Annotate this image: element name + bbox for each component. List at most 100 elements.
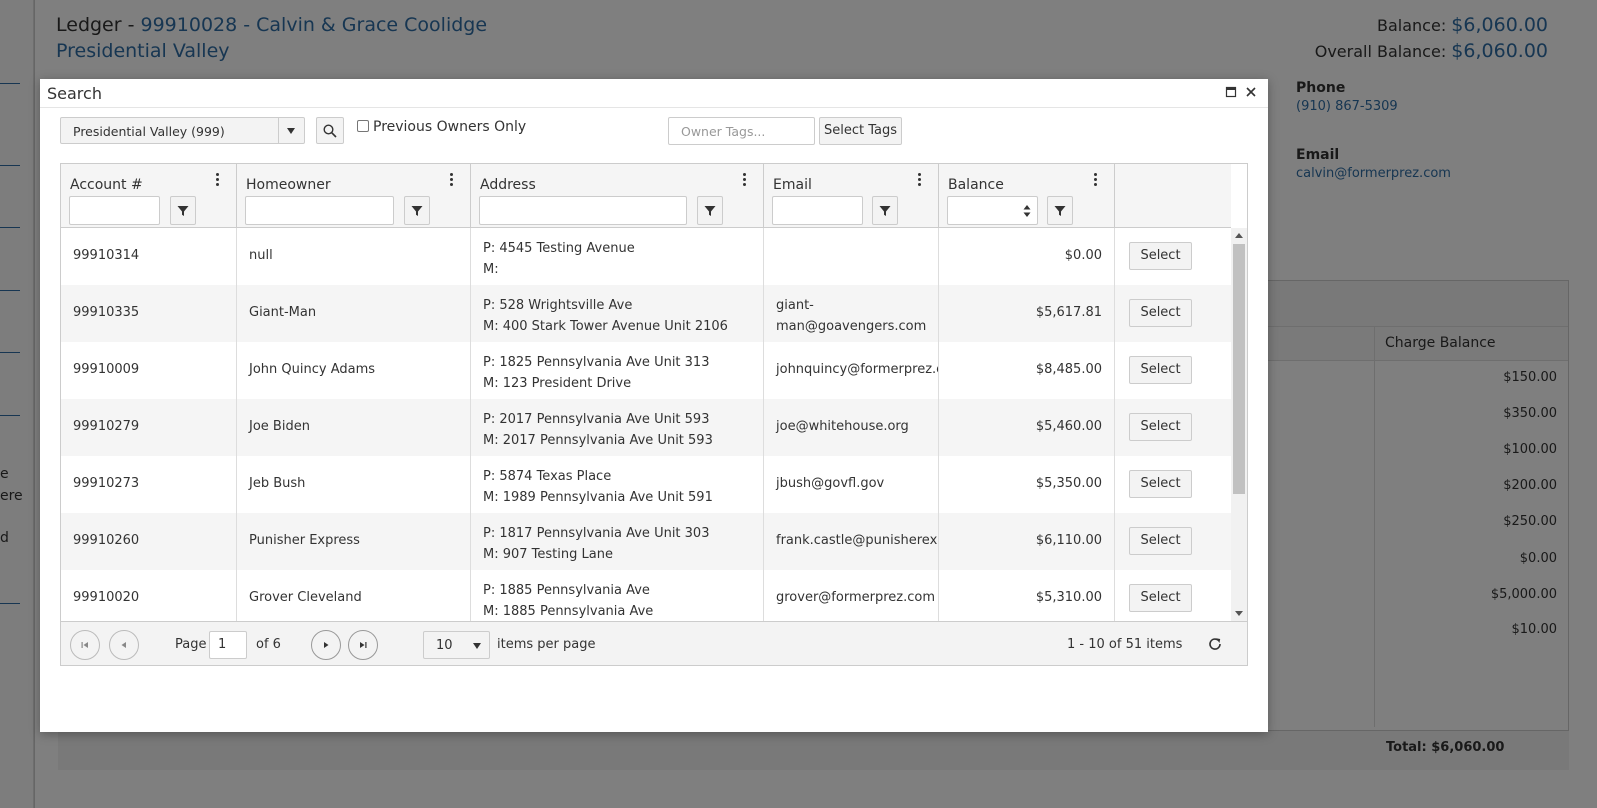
action-cell: Select xyxy=(1115,513,1231,570)
address-primary: P: 528 Wrightsville Ave xyxy=(483,298,633,313)
search-filter-bar: Presidential Valley (999) Previous Owner… xyxy=(60,117,1240,147)
select-button[interactable]: Select xyxy=(1129,413,1192,441)
address-filter-button[interactable] xyxy=(697,196,723,225)
column-title[interactable]: Balance xyxy=(948,177,1004,193)
community-dropdown-value: Presidential Valley (999) xyxy=(73,124,225,139)
select-button[interactable]: Select xyxy=(1129,584,1192,612)
table-row[interactable]: 99910273 Jeb Bush P: 5874 Texas Place M: … xyxy=(61,456,1231,513)
column-header-balance[interactable]: Balance xyxy=(939,164,1115,228)
previous-owners-toggle[interactable]: Previous Owners Only xyxy=(357,119,526,135)
column-title[interactable]: Email xyxy=(773,177,812,193)
email-cell: johnquincy@formerprez.com xyxy=(764,342,939,399)
table-row[interactable]: 99910009 John Quincy Adams P: 1825 Penns… xyxy=(61,342,1231,399)
table-row[interactable]: 99910314 null P: 4545 Testing Avenue M: $… xyxy=(61,228,1231,285)
account-cell: 99910279 xyxy=(61,399,237,456)
address-cell: P: 1885 Pennsylvania Ave M: 1885 Pennsylv… xyxy=(471,570,764,621)
select-button[interactable]: Select xyxy=(1129,356,1192,384)
close-icon[interactable] xyxy=(1242,84,1260,102)
balance-cell: $5,310.00 xyxy=(939,570,1115,621)
address-cell: P: 1817 Pennsylvania Ave Unit 303 M: 907 … xyxy=(471,513,764,570)
action-cell: Select xyxy=(1115,570,1231,621)
balance-cell: $0.00 xyxy=(939,228,1115,285)
table-row[interactable]: 99910279 Joe Biden P: 2017 Pennsylvania … xyxy=(61,399,1231,456)
items-per-page-label: items per page xyxy=(497,637,596,652)
next-page-icon xyxy=(324,642,329,648)
table-row[interactable]: 99910020 Grover Cleveland P: 1885 Pennsy… xyxy=(61,570,1231,621)
grid-header: Account # Homeowner Address Email Balanc… xyxy=(61,164,1231,228)
column-header-email[interactable]: Email xyxy=(764,164,939,228)
balance-filter-numeric[interactable] xyxy=(947,196,1038,225)
homeowner-filter-button[interactable] xyxy=(404,196,430,225)
last-page-button[interactable] xyxy=(348,630,378,660)
address-primary: P: 1825 Pennsylvania Ave Unit 313 xyxy=(483,355,710,370)
account-cell: 99910314 xyxy=(61,228,237,285)
refresh-icon[interactable] xyxy=(1207,636,1225,654)
select-button[interactable]: Select xyxy=(1129,470,1192,498)
filter-icon xyxy=(411,205,423,216)
select-button[interactable]: Select xyxy=(1129,242,1192,270)
owner-search-grid: Account # Homeowner Address Email Balanc… xyxy=(60,163,1248,666)
select-tags-button[interactable]: Select Tags xyxy=(819,117,902,145)
column-header-account[interactable]: Account # xyxy=(61,164,237,228)
address-primary: P: 1885 Pennsylvania Ave xyxy=(483,583,650,598)
account-filter-button[interactable] xyxy=(170,196,196,225)
dialog-titlebar: Search xyxy=(40,79,1268,108)
account-cell: 99910020 xyxy=(61,570,237,621)
email-filter-button[interactable] xyxy=(872,196,898,225)
address-filter-input[interactable] xyxy=(479,196,687,225)
balance-filter-button[interactable] xyxy=(1047,196,1073,225)
homeowner-cell: Joe Biden xyxy=(237,399,471,456)
column-menu-icon[interactable] xyxy=(214,173,220,189)
previous-page-button[interactable] xyxy=(109,630,139,660)
column-menu-icon[interactable] xyxy=(1092,173,1098,189)
column-header-actions xyxy=(1115,164,1231,228)
next-page-button[interactable] xyxy=(311,630,341,660)
action-cell: Select xyxy=(1115,228,1231,285)
dialog-title: Search xyxy=(47,84,102,103)
page-size-dropdown[interactable]: 10 xyxy=(423,631,490,659)
first-page-button[interactable] xyxy=(70,630,100,660)
column-header-address[interactable]: Address xyxy=(471,164,764,228)
account-cell: 99910335 xyxy=(61,285,237,342)
table-row[interactable]: 99910335 Giant-Man P: 528 Wrightsville A… xyxy=(61,285,1231,342)
column-title[interactable]: Address xyxy=(480,177,536,193)
page-count: of 6 xyxy=(256,637,281,652)
grid-body: 99910314 null P: 4545 Testing Avenue M: $… xyxy=(61,228,1231,621)
account-filter-input[interactable] xyxy=(69,196,160,225)
chevron-down-icon[interactable] xyxy=(278,118,304,143)
owner-tags-input[interactable] xyxy=(668,117,815,145)
account-cell: 99910273 xyxy=(61,456,237,513)
email-cell: frank.castle@punisherexpress.com xyxy=(764,513,939,570)
column-menu-icon[interactable] xyxy=(448,173,454,189)
action-cell: Select xyxy=(1115,399,1231,456)
email-cell: grover@formerprez.com xyxy=(764,570,939,621)
select-button[interactable]: Select xyxy=(1129,527,1192,555)
balance-cell: $5,617.81 xyxy=(939,285,1115,342)
page-number-input[interactable]: 1 xyxy=(209,631,247,659)
scroll-down-icon[interactable] xyxy=(1235,611,1243,616)
spinner-icon[interactable] xyxy=(1023,204,1031,218)
address-mailing: M: 1885 Pennsylvania Ave xyxy=(483,604,654,619)
community-dropdown[interactable]: Presidential Valley (999) xyxy=(60,117,305,144)
homeowner-cell: Grover Cleveland xyxy=(237,570,471,621)
scrollbar-thumb[interactable] xyxy=(1233,244,1245,494)
column-menu-icon[interactable] xyxy=(916,173,922,189)
table-row[interactable]: 99910260 Punisher Express P: 1817 Pennsy… xyxy=(61,513,1231,570)
address-mailing: M: 123 President Drive xyxy=(483,376,632,391)
account-cell: 99910260 xyxy=(61,513,237,570)
homeowner-filter-input[interactable] xyxy=(245,196,394,225)
email-cell: joe@whitehouse.org xyxy=(764,399,939,456)
search-button[interactable] xyxy=(316,117,344,144)
email-filter-input[interactable] xyxy=(772,196,863,225)
column-title[interactable]: Account # xyxy=(70,177,143,193)
previous-owners-checkbox[interactable] xyxy=(357,120,369,132)
balance-cell: $8,485.00 xyxy=(939,342,1115,399)
maximize-icon[interactable] xyxy=(1222,84,1240,102)
grid-scrollbar[interactable] xyxy=(1231,228,1247,621)
address-cell: P: 4545 Testing Avenue M: xyxy=(471,228,764,285)
column-title[interactable]: Homeowner xyxy=(246,177,331,193)
column-menu-icon[interactable] xyxy=(741,173,747,189)
column-header-homeowner[interactable]: Homeowner xyxy=(237,164,471,228)
scroll-up-icon[interactable] xyxy=(1235,233,1243,238)
select-button[interactable]: Select xyxy=(1129,299,1192,327)
